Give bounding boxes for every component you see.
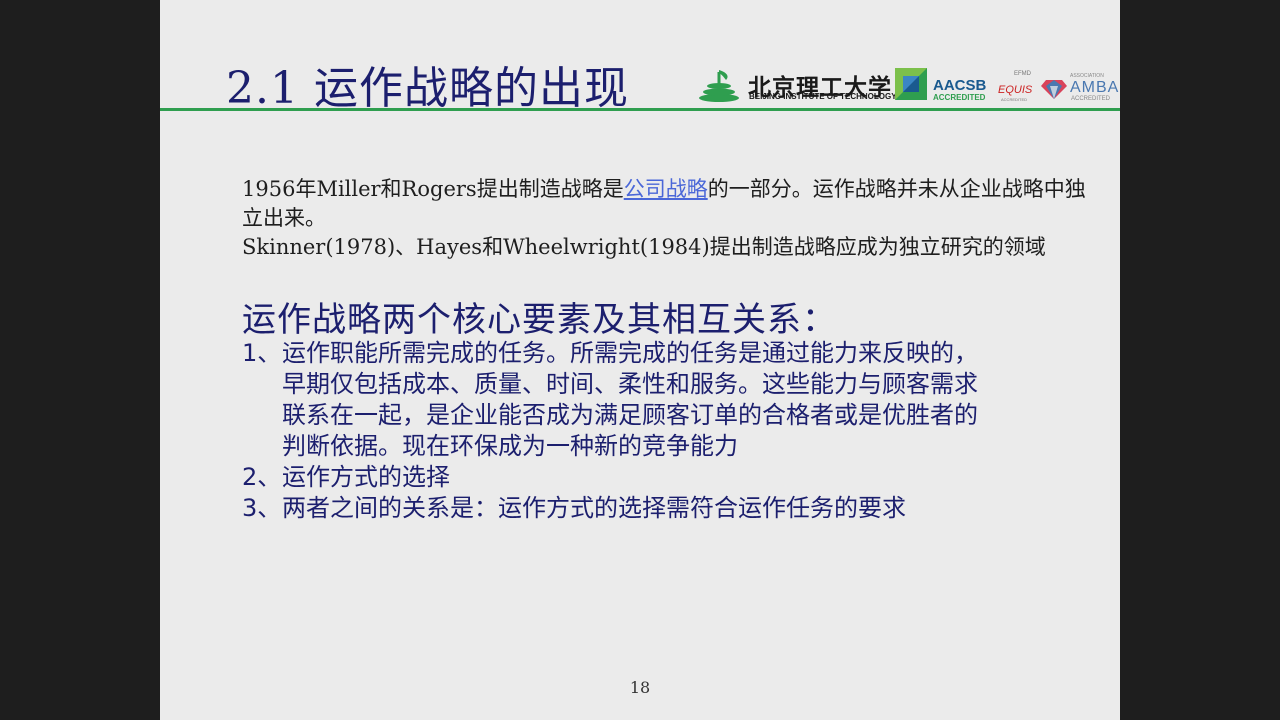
list-item-line: 运作职能所需完成的任务。所需完成的任务是通过能力来反映的， xyxy=(282,339,978,367)
amba-name: AMBA xyxy=(1070,79,1120,96)
logo-strip: 北京理工大学 BEIJING INSTITUTE OF TECHNOLOGY A… xyxy=(696,64,1120,106)
amba-accredited: ACCREDITED xyxy=(1071,96,1111,102)
aacsb-name: AACSB xyxy=(933,77,987,94)
aacsb-logo-icon xyxy=(895,68,927,100)
list-item-number: 1、 xyxy=(242,339,282,367)
company-strategy-link[interactable]: 公司战略 xyxy=(624,177,708,201)
list-item-line: 运作方式的选择 xyxy=(282,463,450,491)
list-item-number: 2、 xyxy=(242,463,282,491)
list-item-line: 联系在一起，是企业能否成为满足顾客订单的合格者或是优胜者的 xyxy=(282,401,978,429)
list-item-text: 两者之间的关系是：运作方式的选择需符合运作任务的要求 xyxy=(282,493,1092,524)
list-item-line: 早期仅包括成本、质量、时间、柔性和服务。这些能力与顾客需求 xyxy=(282,370,978,398)
intro-paragraph-2: Skinner(1978)、Hayes和Wheelwright(1984)提出制… xyxy=(242,235,1046,259)
section-heading: 运作战略两个核心要素及其相互关系： xyxy=(242,300,837,340)
title-divider xyxy=(160,108,1120,111)
intro-paragraph-1: 1956年Miller和Rogers提出制造战略是公司战略的一部分。运作战略并未… xyxy=(242,175,1092,233)
core-elements-list: 1、 运作职能所需完成的任务。所需完成的任务是通过能力来反映的， 早期仅包括成本… xyxy=(242,338,1092,524)
slide-title: 2.1 运作战略的出现 xyxy=(226,63,629,114)
aacsb-accredited: ACCREDITED xyxy=(933,93,986,102)
list-item-line: 判断依据。现在环保成为一种新的竞争能力 xyxy=(282,432,738,460)
equis-name: EQUIS xyxy=(998,84,1033,96)
amba-logo-icon xyxy=(1041,80,1067,99)
efmd-label: EFMD xyxy=(1014,71,1031,77)
list-item-text: 运作方式的选择 xyxy=(282,462,1092,493)
equis-accredited: ACCREDITED xyxy=(1001,97,1028,102)
list-item: 2、 运作方式的选择 xyxy=(242,462,1092,493)
list-item: 3、 两者之间的关系是：运作方式的选择需符合运作任务的要求 xyxy=(242,493,1092,524)
list-item-text: 运作职能所需完成的任务。所需完成的任务是通过能力来反映的， 早期仅包括成本、质量… xyxy=(282,338,1092,462)
intro-p1-start: 1956年Miller和Rogers提出制造战略是 xyxy=(242,177,624,201)
list-item-number: 3、 xyxy=(242,494,282,522)
bit-emblem-icon xyxy=(699,70,739,102)
bit-english-name: BEIJING INSTITUTE OF TECHNOLOGY xyxy=(749,92,897,101)
slide: 2.1 运作战略的出现 北京理工大学 BEIJING INSTITUTE OF … xyxy=(160,0,1120,720)
list-item: 1、 运作职能所需完成的任务。所需完成的任务是通过能力来反映的， 早期仅包括成本… xyxy=(242,338,1092,462)
page-number: 18 xyxy=(629,678,651,697)
intro-text: 1956年Miller和Rogers提出制造战略是公司战略的一部分。运作战略并未… xyxy=(242,175,1092,262)
list-item-line: 两者之间的关系是：运作方式的选择需符合运作任务的要求 xyxy=(282,494,906,522)
